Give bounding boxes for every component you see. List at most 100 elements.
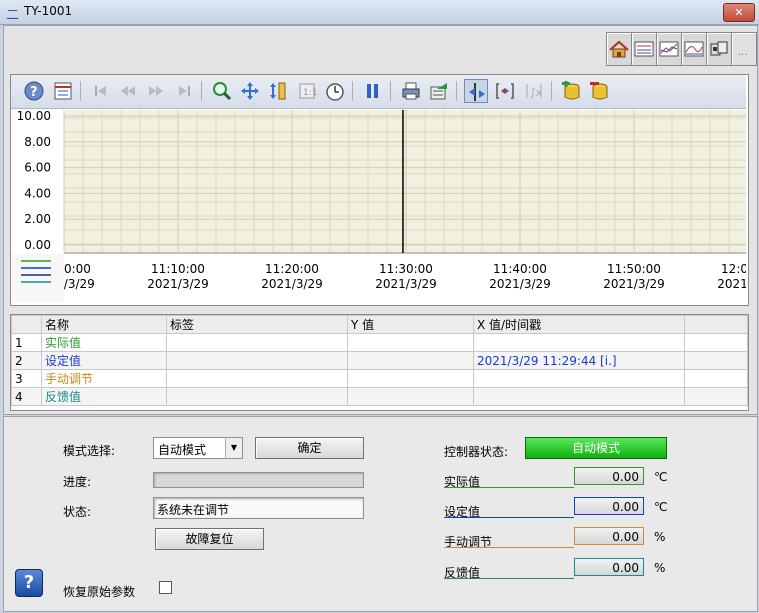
row-y-value <box>347 333 474 352</box>
statistics-icon[interactable]: ∫x <box>522 79 546 103</box>
y-tick-label: 2.00 <box>24 212 51 226</box>
trend-view-icon[interactable] <box>656 32 682 66</box>
row-number: 4 <box>11 387 42 406</box>
print-icon[interactable] <box>399 79 423 103</box>
chart-plot-area[interactable]: 10.008.006.004.002.000.0011:00:002021/3/… <box>11 108 746 303</box>
x-tick-date: 2021/3/29 <box>603 277 665 291</box>
restore-checkbox[interactable] <box>159 581 172 594</box>
close-button[interactable]: ✕ <box>723 3 755 22</box>
status-field: 系统未在调节 <box>153 497 364 519</box>
original-view-icon[interactable]: 1:1 <box>295 79 319 103</box>
y-tick-label: 10.00 <box>17 109 51 123</box>
help-icon[interactable]: ? <box>22 79 46 103</box>
interval-icon[interactable] <box>493 79 517 103</box>
list-view-icon[interactable] <box>631 32 657 66</box>
row-x-value <box>473 333 685 352</box>
row-name: 实际值 <box>41 333 167 352</box>
next-icon[interactable] <box>144 79 168 103</box>
previous-icon[interactable] <box>116 79 140 103</box>
actual-value-field: 0.00 <box>574 467 644 485</box>
manual-adjust-unit: % <box>654 530 666 544</box>
feedback-unit: % <box>654 561 666 575</box>
row-tag <box>166 333 348 352</box>
actual-value-unit: ℃ <box>654 470 668 484</box>
mode-label: 模式选择: <box>63 444 116 458</box>
setpoint-field: 0.00 <box>574 497 644 515</box>
export-icon[interactable] <box>427 79 451 103</box>
y-tick-label: 0.00 <box>24 238 51 252</box>
y-tick-label: 4.00 <box>24 186 51 200</box>
value-table: 名称 标签 Y 值 X 值/时间戳 1 实际值 2 设定值 2021/3/29 … <box>10 314 749 411</box>
row-x-value: 2021/3/29 11:29:44 [i.] <box>473 351 685 370</box>
table-row[interactable]: 1 实际值 <box>11 333 748 352</box>
table-header-row: 名称 标签 Y 值 X 值/时间戳 <box>11 315 748 334</box>
row-x-value <box>473 369 685 388</box>
time-range-icon[interactable] <box>323 79 347 103</box>
table-row[interactable]: 3 手动调节 <box>11 369 748 388</box>
plot-background <box>64 110 746 253</box>
x-tick-time: 11:10:00 <box>151 262 205 276</box>
fault-reset-button[interactable]: 故障复位 <box>155 528 264 550</box>
x-tick-date: 2021/3/29 <box>147 277 209 291</box>
restore-label: 恢复原始参数 <box>63 585 136 599</box>
row-y-value <box>347 369 474 388</box>
row-x-value <box>473 387 685 406</box>
svg-text:1:1: 1:1 <box>303 88 317 98</box>
svg-text:∫x: ∫x <box>530 86 543 99</box>
row-number: 2 <box>11 351 42 370</box>
pause-icon[interactable] <box>361 79 385 103</box>
zoom-y-icon[interactable] <box>266 79 290 103</box>
x-tick-time: 12:00:00 <box>721 262 746 276</box>
home-icon[interactable] <box>606 32 632 66</box>
window-title: TY-1001 <box>24 4 73 18</box>
help-button[interactable]: ? <box>15 569 43 597</box>
faceplate-icon[interactable] <box>706 32 732 66</box>
row-tag <box>166 387 348 406</box>
config-dialog-icon[interactable] <box>51 79 75 103</box>
x-tick-date: 2021/3/29 <box>375 277 437 291</box>
add-tag-icon[interactable] <box>559 79 583 103</box>
curve-view-icon[interactable] <box>681 32 707 66</box>
x-tick-date: 2021/3/29 <box>489 277 551 291</box>
column-name[interactable]: 名称 <box>41 315 167 334</box>
row-name: 手动调节 <box>41 369 167 388</box>
setpoint-underline <box>444 517 574 518</box>
svg-text:?: ? <box>30 85 38 100</box>
table-row[interactable]: 2 设定值 2021/3/29 11:29:44 [i.] <box>11 351 748 370</box>
row-name: 设定值 <box>41 351 167 370</box>
mode-select[interactable]: 自动模式 ▼ <box>153 437 243 459</box>
move-icon[interactable] <box>238 79 262 103</box>
row-number: 3 <box>11 369 42 388</box>
mode-select-value: 自动模式 <box>158 443 207 457</box>
x-tick-time: 11:30:00 <box>379 262 433 276</box>
svg-text:...: ... <box>738 47 748 58</box>
status-value: 系统未在调节 <box>157 503 230 517</box>
controller-status-indicator: 自动模式 <box>525 437 667 459</box>
confirm-button[interactable]: 确定 <box>255 437 364 459</box>
trend-toolbar: ? 1:1 ∫x <box>11 75 746 109</box>
first-icon[interactable] <box>89 79 113 103</box>
remove-tag-icon[interactable] <box>587 79 611 103</box>
last-icon[interactable] <box>172 79 196 103</box>
column-tag[interactable]: 标签 <box>166 315 348 334</box>
x-tick-time: 11:20:00 <box>265 262 319 276</box>
x-tick-date: 2021/3/29 <box>717 277 746 291</box>
row-y-value <box>347 387 474 406</box>
column-y-value[interactable]: Y 值 <box>347 315 474 334</box>
chevron-down-icon[interactable]: ▼ <box>225 438 242 458</box>
ruler-icon[interactable] <box>464 79 488 103</box>
status-label: 状态: <box>63 505 92 519</box>
column-x-value[interactable]: X 值/时间戳 <box>473 315 685 334</box>
x-tick-time: 11:40:00 <box>493 262 547 276</box>
progress-label: 进度: <box>63 475 92 489</box>
controller-status-label: 控制器状态: <box>444 445 509 459</box>
zoom-area-icon[interactable] <box>210 79 234 103</box>
setpoint-unit: ℃ <box>654 500 668 514</box>
more-icon[interactable]: ... <box>731 32 757 66</box>
manual-adjust-field: 0.00 <box>574 527 644 545</box>
row-name: 反馈值 <box>41 387 167 406</box>
table-row[interactable]: 4 反馈值 <box>11 387 748 406</box>
x-tick-date: 2021/3/29 <box>261 277 323 291</box>
title-bar <box>0 0 759 25</box>
feedback-field: 0.00 <box>574 558 644 576</box>
